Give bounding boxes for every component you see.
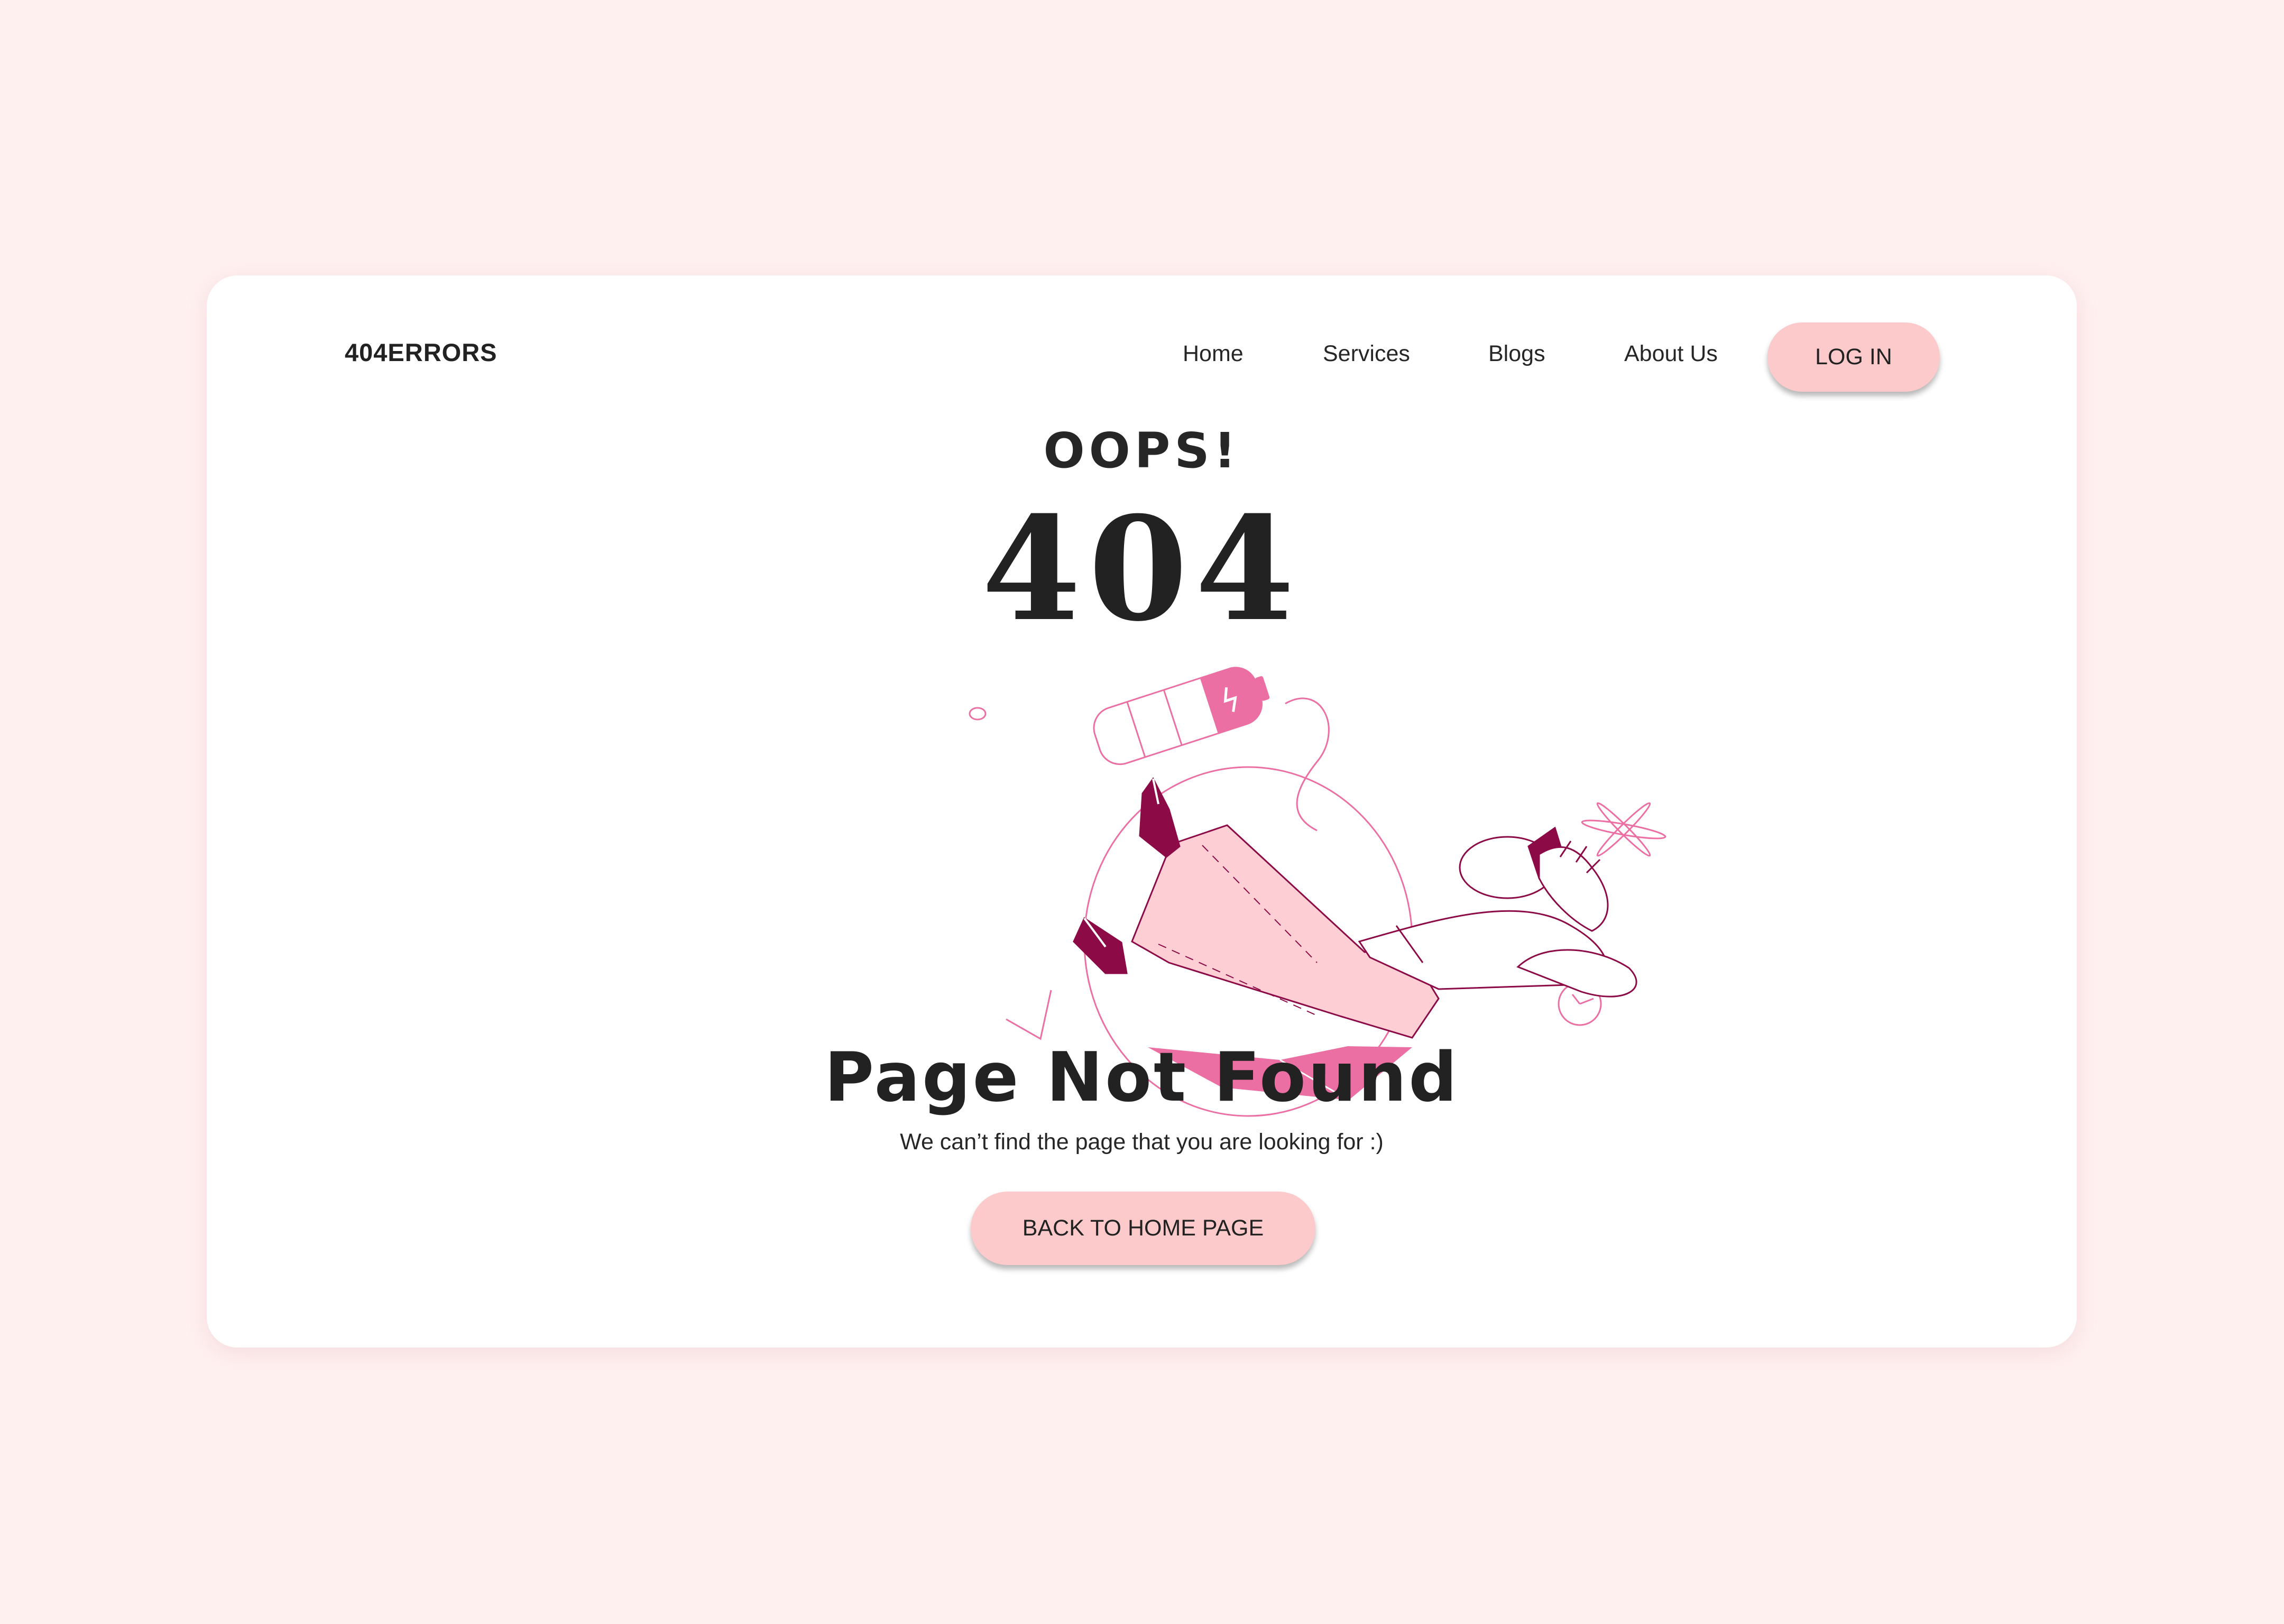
brand-logo[interactable]: 404ERRORS — [345, 338, 498, 367]
nav-blogs-link[interactable]: Blogs — [1488, 341, 1545, 367]
small-circle-decor — [969, 707, 987, 721]
falling-person-illustration — [969, 667, 1666, 1117]
nav-about-us-link[interactable]: About Us — [1624, 341, 1718, 367]
login-button[interactable]: LOG IN — [1767, 322, 1940, 392]
page-not-found-title: Page Not Found — [824, 1038, 1459, 1117]
battery-cable — [1285, 697, 1330, 832]
nav-services-link[interactable]: Services — [1323, 341, 1410, 367]
error-code: 404 — [981, 485, 1302, 653]
oops-heading: OOPS! — [1043, 422, 1240, 479]
back-to-home-button[interactable]: BACK TO HOME PAGE — [971, 1192, 1315, 1265]
nav-home-link[interactable]: Home — [1183, 341, 1244, 367]
battery-icon — [1093, 667, 1270, 765]
error-card: 404ERRORS Home Services Blogs About Us L… — [207, 275, 2077, 1348]
check-mark-decor — [1006, 990, 1052, 1040]
page-not-found-subtitle: We can’t find the page that you are look… — [900, 1129, 1384, 1155]
sparkle-decor — [1581, 802, 1666, 857]
